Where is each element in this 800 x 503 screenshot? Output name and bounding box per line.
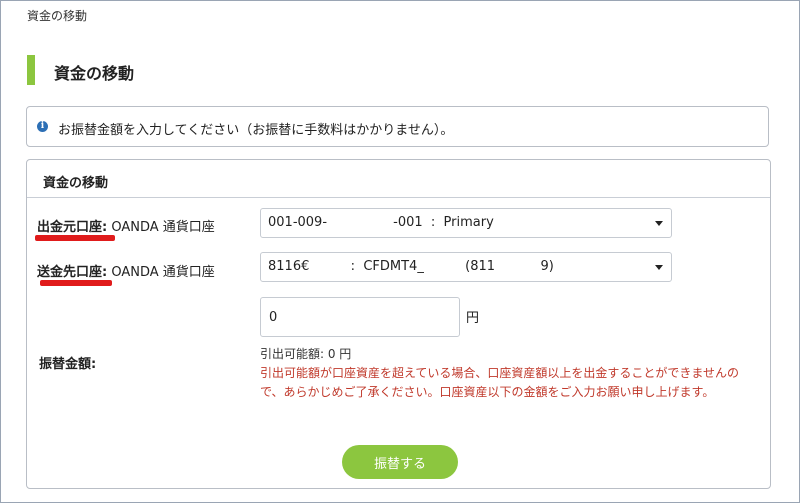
info-message-text: お振替金額を入力してください（お振替に手数料はかかりません）。	[58, 123, 454, 138]
warning-message: 引出可能額が口座資産を超えている場合、口座資産額以上を出金することができませんの…	[260, 366, 740, 399]
page-title: 資金の移動	[54, 64, 135, 83]
from-account-label: 出金元口座:	[37, 220, 108, 235]
transfer-panel: 資金の移動 出金元口座: OANDA 通貨口座 001-009- -001 : …	[26, 159, 771, 489]
to-account-select[interactable]: 8116€ : CFDMT4_ (811 9)	[260, 252, 672, 282]
amount-unit: 円	[466, 311, 480, 326]
info-message-box: i お振替金額を入力してください（お振替に手数料はかかりません）。	[26, 106, 769, 147]
amount-label: 振替金額:	[39, 357, 97, 372]
panel-title: 資金の移動	[43, 176, 109, 191]
to-account-label: 送金先口座:	[37, 265, 108, 280]
available-amount: 引出可能額: 0 円	[260, 347, 352, 361]
to-account-selected: 8116€ : CFDMT4_ (811 9)	[268, 259, 554, 274]
from-account-select[interactable]: 001-009- -001 : Primary	[260, 208, 672, 238]
amount-input[interactable]	[260, 297, 460, 337]
from-account-label-row: 出金元口座: OANDA 通貨口座	[37, 216, 215, 235]
to-account-type: OANDA 通貨口座	[107, 265, 215, 280]
to-label-highlight	[40, 280, 112, 286]
to-account-label-row: 送金先口座: OANDA 通貨口座	[37, 261, 215, 280]
from-account-selected: 001-009- -001 : Primary	[268, 215, 494, 230]
info-circle-icon: i	[37, 121, 48, 132]
breadcrumb: 資金の移動	[27, 9, 88, 23]
chevron-down-icon	[655, 221, 663, 226]
transfer-submit-button[interactable]: 振替する	[342, 445, 458, 479]
from-label-highlight	[35, 235, 115, 241]
chevron-down-icon	[655, 265, 663, 270]
from-account-type: OANDA 通貨口座	[107, 220, 215, 235]
panel-header: 資金の移動	[27, 160, 770, 198]
title-accent-bar	[27, 55, 35, 85]
